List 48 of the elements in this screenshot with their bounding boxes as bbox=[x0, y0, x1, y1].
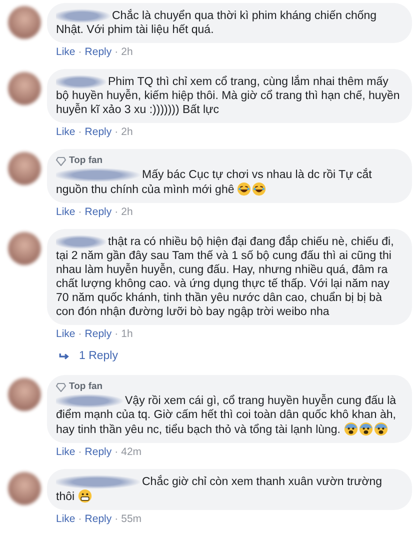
separator-dot: · bbox=[114, 206, 118, 219]
reply-arrow-icon bbox=[59, 352, 71, 361]
footer-link[interactable]: Like bbox=[56, 513, 76, 526]
grimacing-emoji-icon bbox=[78, 489, 92, 504]
separator-dot: · bbox=[114, 513, 118, 526]
separator-dot: · bbox=[78, 328, 82, 341]
comment-time: 1h bbox=[121, 328, 133, 341]
footer-link[interactable]: Like bbox=[56, 126, 76, 139]
separator-dot: · bbox=[78, 446, 82, 460]
footer-link[interactable]: Reply bbox=[84, 126, 112, 139]
separator-dot: · bbox=[78, 126, 82, 139]
avatar[interactable] bbox=[8, 6, 41, 39]
footer-link[interactable]: Reply bbox=[84, 328, 112, 341]
footer-link[interactable]: Like bbox=[56, 206, 76, 219]
separator-dot: · bbox=[114, 126, 118, 139]
separator-dot: · bbox=[114, 46, 118, 59]
footer-link[interactable]: Like bbox=[56, 46, 76, 59]
comment-time: 2h bbox=[121, 206, 133, 219]
footer-link[interactable]: Reply bbox=[84, 446, 112, 460]
avatar[interactable] bbox=[8, 378, 41, 412]
separator-dot: · bbox=[114, 446, 118, 460]
separator-dot: · bbox=[78, 206, 82, 219]
avatar[interactable] bbox=[8, 232, 41, 265]
separator-dot: · bbox=[78, 46, 82, 59]
top-fan-label: Top fan bbox=[69, 381, 103, 394]
comment-time: 2h bbox=[121, 126, 133, 139]
comment-time: 42m bbox=[121, 446, 142, 460]
laughing-emoji-icon bbox=[237, 182, 252, 196]
fearful-emoji-icon bbox=[374, 422, 388, 436]
footer-link[interactable]: Like bbox=[56, 328, 76, 341]
footer-link[interactable]: Like bbox=[56, 446, 76, 460]
separator-dot: · bbox=[114, 328, 118, 341]
fearful-emoji-icon bbox=[358, 422, 373, 436]
avatar[interactable] bbox=[8, 72, 41, 105]
diamond-icon bbox=[56, 382, 66, 392]
top-fan-label: Top fan bbox=[69, 155, 103, 167]
footer-link[interactable]: Reply bbox=[84, 206, 112, 219]
comment-time: 2h bbox=[121, 46, 133, 59]
diamond-icon bbox=[56, 156, 66, 166]
fearful-emoji-icon bbox=[344, 422, 358, 436]
footer-link[interactable]: Reply bbox=[84, 513, 112, 526]
avatar[interactable] bbox=[8, 152, 41, 185]
separator-dot: · bbox=[78, 513, 82, 526]
laughing-emoji-icon bbox=[252, 182, 266, 196]
footer-link[interactable]: Reply bbox=[84, 46, 112, 59]
avatar[interactable] bbox=[8, 472, 41, 506]
comment-time: 55m bbox=[121, 513, 142, 526]
view-replies-link[interactable]: 1 Reply bbox=[79, 348, 118, 366]
